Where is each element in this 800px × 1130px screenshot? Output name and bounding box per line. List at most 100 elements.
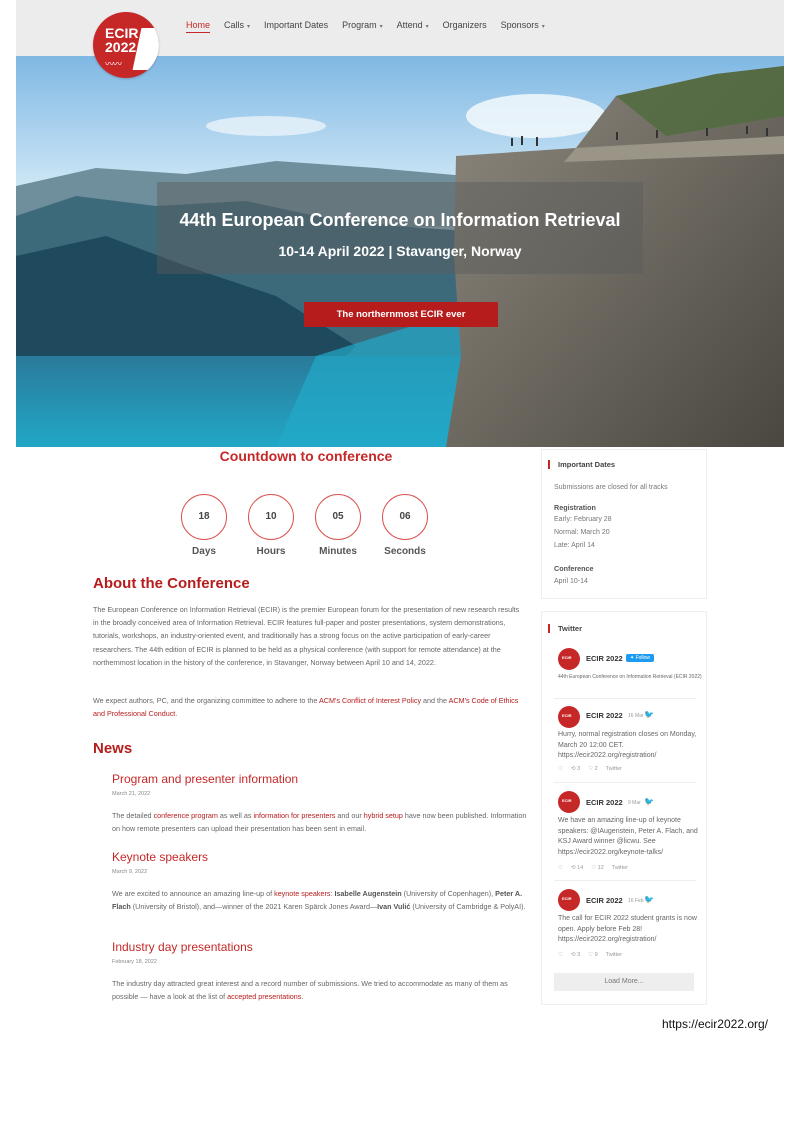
about-ethics-paragraph: We expect authors, PC, and the organizin…: [93, 694, 523, 720]
twitter-profile-name[interactable]: ECIR 2022: [586, 654, 623, 663]
conference-label: Conference: [554, 564, 594, 573]
tweet-date[interactable]: 16 Mar: [628, 713, 644, 719]
countdown-minutes: 05 Minutes: [313, 494, 363, 557]
reply-icon[interactable]: ♡: [558, 952, 563, 958]
news-body-keynote: We are excited to announce an amazing li…: [112, 887, 532, 913]
news-0-text-2: as well as: [217, 811, 254, 820]
reply-icon[interactable]: ♡: [558, 865, 563, 871]
tweet-avatar[interactable]: ECIR: [558, 706, 580, 728]
like-icon[interactable]: ♡ 12: [591, 865, 604, 871]
news-date-program: March 21, 2022: [112, 791, 151, 797]
nav-item-attend[interactable]: Attend ▾: [397, 20, 429, 33]
nav-item-program[interactable]: Program ▾: [342, 20, 383, 33]
twitter-bird-icon: 🐦: [644, 710, 654, 719]
nav-item-calls[interactable]: Calls ▾: [224, 20, 250, 33]
retweet-count: 14: [577, 865, 584, 871]
news-1-text-5: (University of Cambridge & PolyAI).: [410, 902, 526, 912]
nav-item-home[interactable]: Home: [186, 20, 211, 33]
twitter-follow-button[interactable]: ✦ Follow: [626, 654, 655, 662]
accepted-presentations-link[interactable]: accepted presentations: [227, 992, 301, 1001]
twitter-profile-avatar[interactable]: ECIR: [558, 648, 580, 670]
countdown-seconds-label: Seconds: [384, 546, 426, 557]
news-title-program[interactable]: Program and presenter information: [112, 772, 298, 786]
conflict-of-interest-link[interactable]: ACM's Conflict of Interest Policy: [319, 696, 421, 705]
twitter-profile-description: 44th European Conference on Information …: [558, 674, 702, 680]
logo-text: ECIR 2022: [105, 26, 138, 54]
tweet-date[interactable]: 16 Feb: [628, 898, 644, 904]
like-icon[interactable]: ♡ 2: [588, 766, 598, 772]
webpage-screenshot: Home Calls ▾ Important Dates Program ▾ Attend ▾…: [16, 0, 784, 1005]
countdown-hours: 10 Hours: [246, 494, 296, 557]
nav-item-organizers[interactable]: Organizers: [443, 20, 487, 33]
chevron-down-icon: ▾: [379, 24, 383, 30]
hybrid-setup-link[interactable]: hybrid setup: [364, 811, 403, 820]
tweet-author[interactable]: ECIR 2022: [586, 798, 623, 807]
registration-early: Early: February 28: [554, 516, 612, 523]
news-0-text-3: and our: [335, 811, 364, 820]
submissions-closed-note: Submissions are closed for all tracks: [554, 484, 668, 491]
tweet-separator: [554, 698, 696, 699]
news-title-keynote[interactable]: Keynote speakers: [112, 850, 208, 864]
nav-item-sponsors[interactable]: Sponsors ▾: [501, 20, 545, 33]
like-count: 9: [594, 952, 598, 958]
news-1-text-3: (University of Copenhagen),: [401, 889, 496, 898]
nav-item-important-dates[interactable]: Important Dates: [264, 20, 328, 33]
speaker-augenstein: Isabelle Augenstein: [334, 889, 402, 898]
nav-item-label: Sponsors: [500, 20, 539, 30]
ethics-text-1: We expect authors, PC, and the organizin…: [93, 696, 320, 705]
tweet-author[interactable]: ECIR 2022: [586, 711, 623, 720]
news-title-industry[interactable]: Industry day presentations: [112, 940, 253, 954]
tweet-avatar[interactable]: ECIR: [558, 791, 580, 813]
tweet-actions: ♡ ⟲ 3 ♡ 2 Twitter: [558, 766, 622, 772]
tweet-avatar[interactable]: ECIR: [558, 889, 580, 911]
avatar-text: ECIR: [562, 798, 572, 803]
like-icon[interactable]: ♡ 9: [588, 952, 598, 958]
retweet-icon[interactable]: ⟲ 14: [571, 865, 583, 871]
avatar-text: ECIR: [562, 713, 572, 718]
news-1-text-1: We are excited to announce an amazing li…: [112, 889, 275, 898]
tweet-source[interactable]: Twitter: [606, 766, 622, 772]
nav-item-label: Attend: [396, 20, 423, 30]
northernmost-button[interactable]: The northernmost ECIR ever: [304, 302, 498, 327]
countdown-minutes-value: 05: [315, 494, 361, 540]
tweet-source[interactable]: Twitter: [612, 865, 628, 871]
countdown-days-label: Days: [192, 546, 216, 557]
reply-icon[interactable]: ♡: [558, 766, 563, 772]
news-2-text-1: The industry day attracted great interes…: [112, 979, 508, 1002]
countdown-title: Countdown to conference: [219, 448, 393, 464]
tweet-actions: ♡ ⟲ 14 ♡ 12 Twitter: [558, 865, 628, 871]
countdown-minutes-label: Minutes: [319, 546, 357, 557]
news-body-industry: The industry day attracted great interes…: [112, 977, 532, 1003]
countdown-seconds: 06 Seconds: [380, 494, 430, 557]
countdown-seconds-value: 06: [382, 494, 428, 540]
news-date-industry: February 18, 2022: [112, 959, 157, 965]
retweet-icon[interactable]: ⟲ 3: [571, 952, 580, 958]
like-count: 12: [597, 865, 604, 871]
twitter-bird-icon: 🐦: [644, 797, 654, 806]
chevron-down-icon: ▾: [247, 24, 251, 30]
presenter-info-link[interactable]: information for presenters: [253, 811, 335, 820]
important-dates-title: Important Dates: [548, 460, 615, 469]
keynote-speakers-link[interactable]: keynote speakers: [274, 889, 330, 898]
hero-banner: 44th European Conference on Information …: [16, 56, 784, 447]
conference-program-link[interactable]: conference program: [154, 811, 218, 820]
tweet-date[interactable]: 9 Mar: [628, 800, 641, 806]
retweet-count: 3: [577, 952, 581, 958]
twitter-title: Twitter: [548, 624, 582, 633]
twitter-panel: Twitter ECIR ECIR 2022 ✦ Follow 44th Eur…: [541, 611, 707, 1005]
news-body-program: The detailed conference program as well …: [112, 809, 532, 835]
tweet-source[interactable]: Twitter: [606, 952, 622, 958]
load-more-button[interactable]: Load More...: [554, 973, 694, 991]
logo-line-1: ECIR: [105, 25, 139, 41]
like-count: 2: [594, 766, 598, 772]
news-date-keynote: March 9, 2022: [112, 869, 148, 875]
tweet-author[interactable]: ECIR 2022: [586, 896, 623, 905]
ecir-logo[interactable]: ECIR 2022 〰〰: [93, 12, 159, 78]
about-paragraph: The European Conference on Information R…: [93, 605, 520, 667]
news-0-text-1: The detailed: [112, 811, 154, 820]
retweet-icon[interactable]: ⟲ 3: [571, 766, 580, 772]
main-nav: Home Calls ▾ Important Dates Program ▾ Attend ▾…: [186, 20, 545, 33]
tweet-text: The call for ECIR 2022 student grants is…: [558, 915, 697, 943]
logo-line-2: 2022: [105, 39, 137, 55]
registration-normal: Normal: March 20: [554, 529, 610, 536]
